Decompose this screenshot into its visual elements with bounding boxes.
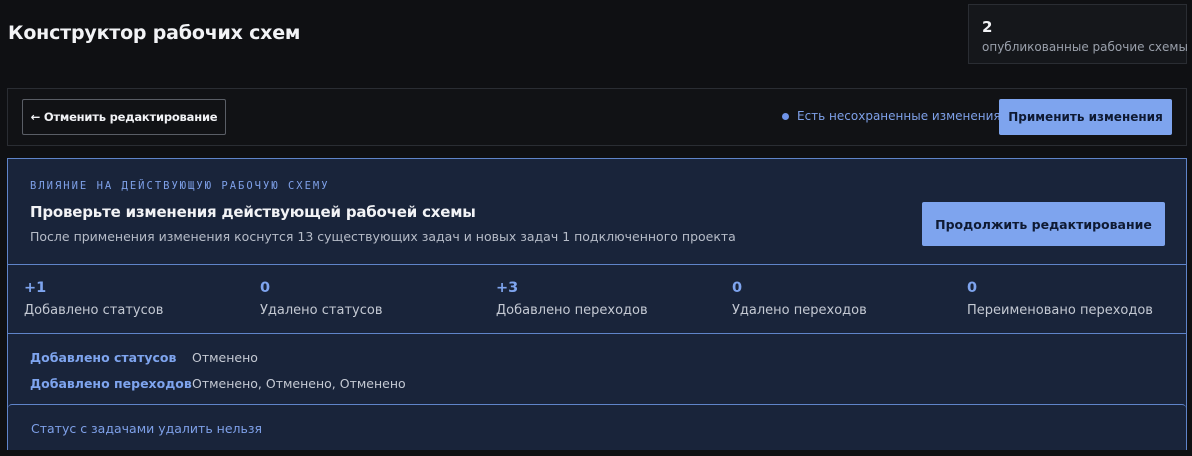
editor-toolbar: ← Отменить редактирование Есть несохране… xyxy=(7,88,1187,146)
metric-value: +1 xyxy=(24,280,47,296)
unsaved-changes-label: Есть несохраненные изменения xyxy=(797,109,1001,123)
published-schemes-card: 2 опубликованные рабочие схемы xyxy=(968,4,1188,64)
metric-label: Добавлено статусов xyxy=(24,303,164,318)
detail-key: Добавлено статусов xyxy=(30,350,177,365)
metric-label: Удалено статусов xyxy=(260,303,383,318)
detail-row-transitions: Добавлено переходов Отменено, Отменено, … xyxy=(30,376,406,391)
detail-value: Отменено xyxy=(192,350,258,365)
unsaved-changes-indicator: Есть несохраненные изменения xyxy=(782,109,1001,123)
impact-kicker: ВЛИЯНИЕ НА ДЕЙСТВУЮЩУЮ РАБОЧУЮ СХЕМУ xyxy=(30,180,330,192)
continue-editing-button[interactable]: Продолжить редактирование xyxy=(922,202,1165,246)
impact-description: После применения изменения коснутся 13 с… xyxy=(30,229,736,244)
published-schemes-count: 2 xyxy=(982,18,993,36)
metric-label: Переименовано переходов xyxy=(967,303,1153,318)
detail-key: Добавлено переходов xyxy=(30,376,192,391)
impact-title: Проверьте изменения действующей рабочей … xyxy=(30,203,476,221)
impact-warning: Статус с задачами удалить нельзя xyxy=(8,404,1186,450)
published-schemes-label: опубликованные рабочие схемы xyxy=(982,40,1188,54)
impact-details: Добавлено статусов Отменено Добавлено пе… xyxy=(8,334,1186,404)
impact-header: ВЛИЯНИЕ НА ДЕЙСТВУЮЩУЮ РАБОЧУЮ СХЕМУ Про… xyxy=(8,159,1186,265)
metric-value: +3 xyxy=(496,280,519,296)
detail-value: Отменено, Отменено, Отменено xyxy=(192,376,406,391)
metric-value: 0 xyxy=(967,280,978,296)
impact-metrics: +1 Добавлено статусов 0 Удалено статусов… xyxy=(8,265,1186,334)
metric-label: Добавлено переходов xyxy=(496,303,648,318)
page-title: Конструктор рабочих схем xyxy=(8,22,301,44)
metric-label: Удалено переходов xyxy=(732,303,867,318)
metric-value: 0 xyxy=(732,280,743,296)
metric-value: 0 xyxy=(260,280,271,296)
impact-panel: ВЛИЯНИЕ НА ДЕЙСТВУЮЩУЮ РАБОЧУЮ СХЕМУ Про… xyxy=(7,158,1187,450)
unsaved-dot-icon xyxy=(782,112,789,120)
cancel-editing-button[interactable]: ← Отменить редактирование xyxy=(22,99,226,135)
apply-changes-button[interactable]: Применить изменения xyxy=(999,99,1172,135)
warning-text: Статус с задачами удалить нельзя xyxy=(31,421,263,436)
detail-row-statuses: Добавлено статусов Отменено xyxy=(30,350,258,365)
